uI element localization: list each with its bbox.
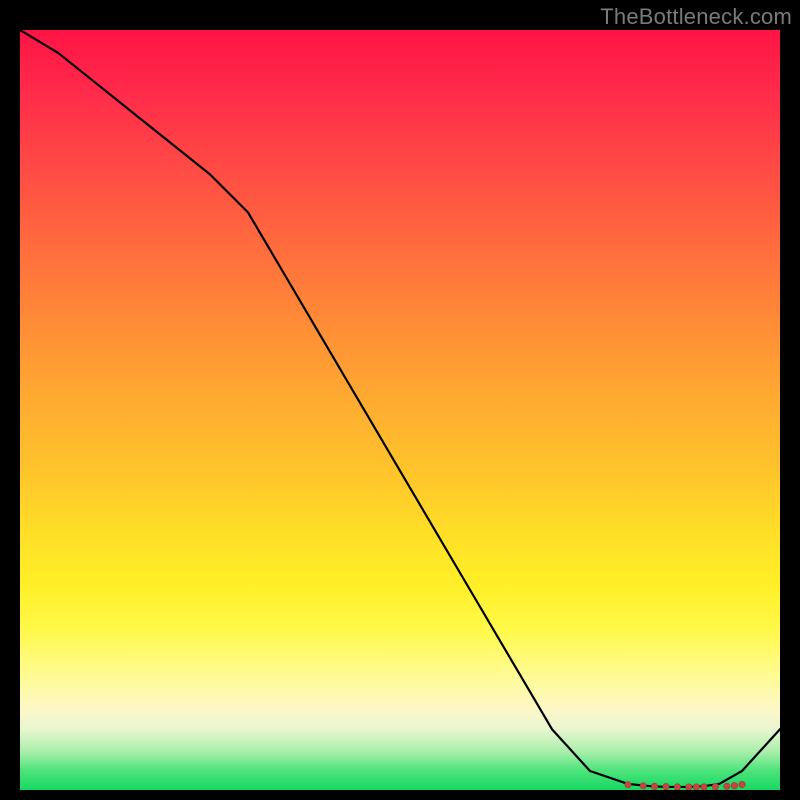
chart-marker-point — [663, 783, 669, 789]
chart-marker-point — [625, 781, 631, 787]
chart-plot-area — [20, 30, 780, 790]
chart-marker-point — [674, 784, 680, 790]
chart-frame: TheBottleneck.com — [0, 0, 800, 800]
watermark-text: TheBottleneck.com — [600, 4, 792, 30]
chart-overlay-svg — [20, 30, 780, 790]
chart-marker-point — [651, 783, 657, 789]
chart-marker-point — [712, 783, 718, 789]
chart-marker-point — [731, 782, 737, 788]
chart-marker-point — [724, 783, 730, 789]
chart-markers-group — [625, 781, 745, 790]
chart-marker-point — [686, 784, 692, 790]
chart-marker-point — [701, 784, 707, 790]
chart-line-path — [20, 30, 780, 787]
chart-marker-point — [693, 784, 699, 790]
chart-marker-point — [640, 783, 646, 789]
chart-marker-point — [739, 781, 745, 787]
